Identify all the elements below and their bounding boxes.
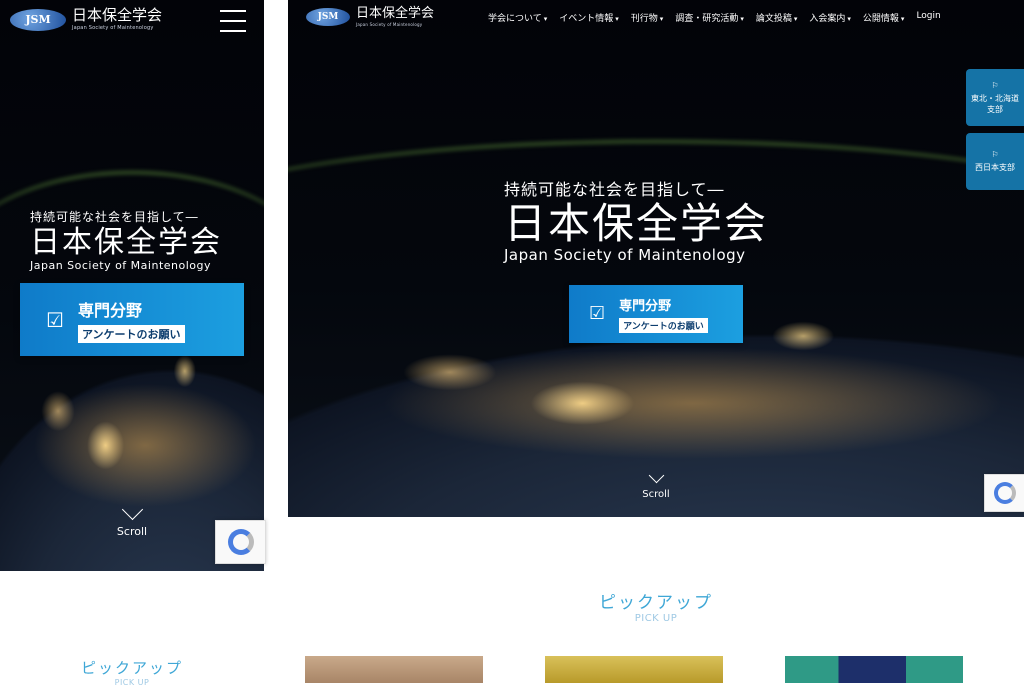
caret-down-icon: ▾ (740, 15, 744, 23)
nav-label: 公開情報 (862, 14, 899, 24)
nav-item-publications[interactable]: 刊行物 ▾ (631, 11, 664, 24)
hero-title-en: Japan Society of Maintenology (504, 246, 746, 265)
hero-subtitle: 持続可能な社会を目指して― (504, 180, 725, 199)
logo-badge: JSM (10, 8, 66, 31)
logo-title: 日本保全学会 (72, 6, 163, 24)
hero-subtitle: 持続可能な社会を目指して― (30, 210, 199, 224)
login-link[interactable]: Login (916, 11, 940, 24)
nav-label: 調査・研究活動 (675, 14, 739, 24)
mobile-site-logo[interactable]: JSM 日本保全学会 Japan Society of Maintenology (10, 8, 162, 31)
logo-title: 日本保全学会 (356, 6, 435, 21)
pickup-title: ピックアップ (599, 593, 713, 613)
side-tab-label: 西日本支部 (975, 163, 1015, 172)
nav-item-membership[interactable]: 入会案内 ▾ (809, 11, 851, 24)
survey-sub-label: アンケートのお願い (619, 318, 708, 333)
nav-item-about[interactable]: 学会について ▾ (488, 11, 547, 24)
desktop-site-logo[interactable]: JSM 日本保全学会 Japan Society of Maintenology (306, 7, 434, 27)
mobile-hero-text: 持続可能な社会を目指して― 日本保全学会 Japan Society of Ma… (30, 208, 222, 272)
side-tab-label-2: 支部 (987, 104, 1003, 114)
mobile-recaptcha-badge[interactable] (215, 520, 266, 564)
flag-icon: ⚐ (991, 80, 999, 90)
hamburger-menu-icon[interactable] (220, 10, 246, 32)
pickup-thumbnail[interactable] (305, 656, 483, 683)
side-tab-label: 東北・北海道 (971, 93, 1019, 103)
nav-item-disclosure[interactable]: 公開情報 ▾ (863, 11, 905, 24)
nav-label: 刊行物 (630, 14, 658, 24)
desktop-recaptcha-badge[interactable] (984, 474, 1024, 512)
main-navigation: 学会について ▾ イベント情報 ▾ 刊行物 ▾ 調査・研究活動 ▾ 論文投稿 ▾ 入会案内… (488, 11, 941, 24)
hero-title-en: Japan Society of Maintenology (30, 258, 211, 272)
chevron-down-icon (121, 498, 143, 521)
checklist-icon: ☑ (589, 303, 606, 324)
logo-subtitle: Japan Society of Maintenology (356, 22, 423, 27)
desktop-pickup-heading: ピックアップ PICK UP (586, 588, 726, 624)
mobile-scroll-indicator[interactable]: Scroll (102, 498, 162, 538)
checklist-icon: ☑ (46, 307, 64, 332)
nav-item-research[interactable]: 調査・研究活動 ▾ (675, 11, 744, 24)
logo-badge: JSM (306, 8, 350, 26)
survey-sub-label: アンケートのお願い (77, 324, 185, 343)
recaptcha-icon (994, 482, 1016, 504)
pickup-title: ピックアップ (80, 659, 183, 677)
nav-label: 論文投稿 (755, 14, 792, 24)
hero-title: 日本保全学会 (30, 225, 222, 260)
logo-subtitle: Japan Society of Maintenology (72, 25, 154, 31)
scroll-label: Scroll (642, 489, 670, 500)
pickup-subtitle: PICK UP (634, 613, 678, 624)
flag-icon: ⚐ (991, 150, 999, 159)
desktop-survey-banner[interactable]: ☑ 専門分野 アンケートのお願い (569, 285, 743, 343)
pickup-thumbnail[interactable] (785, 656, 963, 683)
survey-main-label: 専門分野 (77, 300, 142, 320)
caret-down-icon: ▾ (543, 15, 548, 23)
caret-down-icon: ▾ (793, 15, 798, 23)
hamburger-line (220, 20, 246, 22)
scroll-label: Scroll (116, 525, 148, 538)
hamburger-line (220, 10, 246, 12)
caret-down-icon: ▾ (615, 15, 619, 23)
hamburger-line (220, 30, 246, 32)
mobile-survey-banner[interactable]: ☑ 専門分野 アンケートのお願い (20, 283, 244, 356)
survey-main-label: 専門分野 (619, 299, 672, 314)
desktop-hero-text: 持続可能な社会を目指して― 日本保全学会 Japan Society of Ma… (504, 176, 768, 264)
caret-down-icon: ▾ (847, 15, 851, 23)
nav-label: イベント情報 (559, 14, 614, 24)
nav-item-events[interactable]: イベント情報 ▾ (559, 11, 619, 24)
desktop-scroll-indicator[interactable]: Scroll (626, 467, 686, 500)
nav-label: 入会案内 (809, 14, 846, 24)
side-tab-tohoku-hokkaido[interactable]: ⚐ 東北・北海道 支部 (966, 69, 1024, 126)
caret-down-icon: ▾ (900, 15, 905, 23)
nav-item-submission[interactable]: 論文投稿 ▾ (756, 11, 798, 24)
nav-label: 学会について (488, 14, 542, 24)
pickup-thumbnail[interactable] (545, 656, 723, 683)
hero-title: 日本保全学会 (504, 199, 769, 248)
chevron-down-icon (648, 467, 664, 484)
recaptcha-icon (227, 529, 254, 555)
side-tab-west-japan[interactable]: ⚐ 西日本支部 (966, 133, 1024, 190)
caret-down-icon: ▾ (659, 15, 664, 23)
